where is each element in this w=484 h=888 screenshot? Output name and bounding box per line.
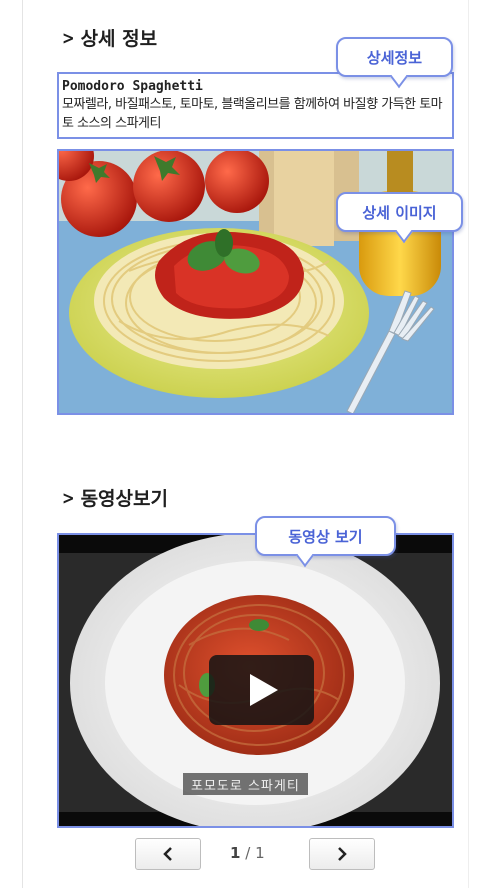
play-icon [249, 674, 278, 706]
chevron-left-icon [163, 847, 172, 861]
total-pages: 1 [255, 844, 265, 862]
video-section-title: > 동영상보기 [62, 484, 168, 511]
page-separator: / [245, 844, 251, 862]
next-page-button[interactable] [309, 838, 375, 870]
chevron-right-icon: > [62, 26, 75, 49]
play-button[interactable] [209, 655, 314, 725]
video-section-title-text: 동영상보기 [80, 488, 168, 510]
callout-detail-info: 상세정보 [336, 37, 453, 77]
prev-page-button[interactable] [135, 838, 201, 870]
current-page: 1 [230, 844, 241, 862]
left-divider [22, 0, 23, 888]
callout-video-text: 동영상 보기 [288, 527, 363, 546]
page-indicator: 1 / 1 [230, 844, 265, 862]
callout-detail-image: 상세 이미지 [336, 192, 463, 232]
video-player[interactable]: 포모도로 스파게티 [57, 533, 454, 828]
product-description: 모짜렐라, 바질패스토, 토마토, 블랙올리브를 함께하여 바질향 가득한 토마… [62, 97, 443, 131]
video-caption: 포모도로 스파게티 [183, 773, 308, 795]
callout-detail-image-text: 상세 이미지 [362, 203, 437, 222]
spaghetti-photo [59, 151, 452, 413]
chevron-right-icon [338, 847, 347, 861]
right-divider [468, 0, 469, 888]
detail-image [57, 149, 454, 415]
product-name: Pomodoro Spaghetti [62, 79, 203, 94]
callout-detail-info-text: 상세정보 [366, 48, 423, 67]
detail-section-title-text: 상세 정보 [80, 28, 158, 50]
callout-video: 동영상 보기 [255, 516, 396, 556]
pagination: 1 / 1 [0, 838, 484, 870]
detail-section-title: > 상세 정보 [62, 24, 157, 51]
chevron-right-icon: > [62, 486, 75, 509]
